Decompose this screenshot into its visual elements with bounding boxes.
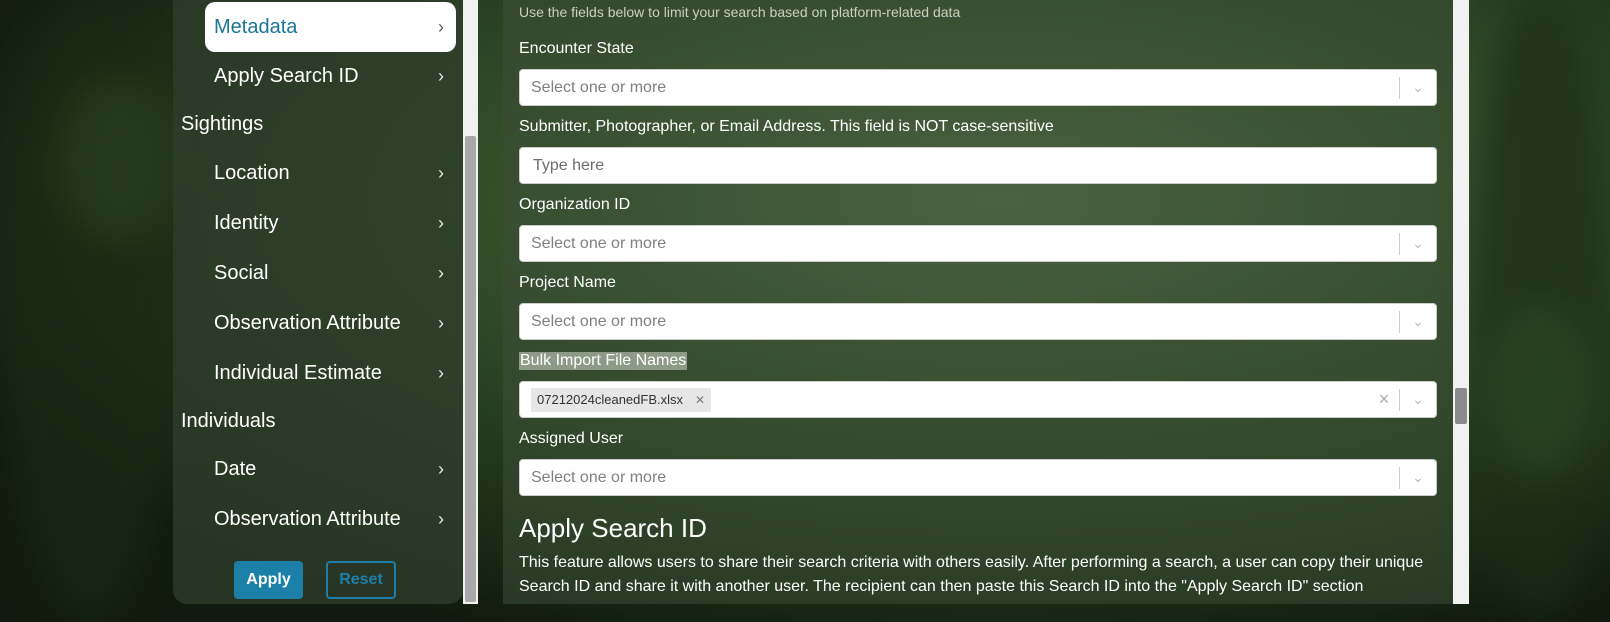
project-name-select[interactable]: Select one or more ⌄ — [519, 303, 1437, 340]
sidebar-item-label: Identity — [214, 211, 279, 234]
chevron-right-icon: › — [438, 458, 444, 479]
bulk-import-select[interactable]: 07212024cleanedFB.xlsx ✕ × ⌄ — [519, 381, 1437, 418]
apply-search-id-title: Apply Search ID — [519, 513, 707, 543]
chevron-right-icon: › — [438, 65, 444, 86]
input-placeholder: Type here — [533, 156, 605, 174]
chevron-right-icon: › — [438, 162, 444, 183]
sidebar-item-label: Individual Estimate — [214, 361, 382, 384]
encounter-state-select[interactable]: Select one or more ⌄ — [519, 69, 1437, 106]
chevron-right-icon: › — [438, 362, 444, 383]
chevron-right-icon: › — [438, 508, 444, 529]
submitter-label: Submitter, Photographer, or Email Addres… — [519, 118, 1054, 135]
project-name-label: Project Name — [519, 274, 616, 291]
bulk-import-label: Bulk Import File Names — [519, 352, 688, 370]
chevron-right-icon: › — [438, 212, 444, 233]
sidebar-item-individual-estimate[interactable]: Individual Estimate › — [205, 348, 456, 398]
selected-file-chip: 07212024cleanedFB.xlsx ✕ — [531, 387, 712, 412]
sidebar-item-location[interactable]: Location › — [205, 148, 456, 198]
background-foliage — [1480, 300, 1600, 480]
organization-id-select[interactable]: Select one or more ⌄ — [519, 225, 1437, 262]
reset-button[interactable]: Reset — [326, 561, 396, 599]
clear-icon[interactable]: × — [1369, 389, 1399, 410]
section-heading-sightings: Sightings — [181, 113, 264, 135]
remove-chip-icon[interactable]: ✕ — [689, 393, 711, 407]
organization-id-label: Organization ID — [519, 196, 631, 213]
sidebar-item-label: Apply Search ID — [214, 64, 359, 87]
sidebar-item-date[interactable]: Date › — [205, 444, 456, 494]
assigned-user-select[interactable]: Select one or more ⌄ — [519, 459, 1437, 496]
section-heading-individuals: Individuals — [181, 410, 276, 432]
select-placeholder: Select one or more — [531, 312, 667, 330]
chevron-right-icon: › — [438, 262, 444, 283]
chevron-down-icon[interactable]: ⌄ — [1400, 469, 1436, 486]
sidebar-item-label: Location — [214, 161, 290, 184]
chevron-down-icon[interactable]: ⌄ — [1400, 391, 1436, 408]
sidebar-item-label: Metadata — [214, 15, 298, 38]
sidebar-item-label: Observation Attribute — [214, 507, 401, 530]
filter-sidebar: Metadata › Apply Search ID › Sightings L… — [173, 0, 463, 604]
apply-button[interactable]: Apply — [234, 561, 303, 599]
sidebar-item-label: Date — [214, 457, 257, 480]
select-placeholder: Select one or more — [531, 78, 667, 96]
apply-search-id-description: This feature allows users to share their… — [519, 554, 1424, 595]
chevron-right-icon: › — [438, 312, 444, 333]
sidebar-item-identity[interactable]: Identity › — [205, 198, 456, 248]
sidebar-scrollbar-thumb[interactable] — [465, 136, 476, 602]
chevron-down-icon[interactable]: ⌄ — [1400, 235, 1436, 252]
filter-panel: Use the fields below to limit your searc… — [503, 0, 1453, 604]
chip-label: 07212024cleanedFB.xlsx — [537, 392, 683, 407]
assigned-user-label: Assigned User — [519, 430, 624, 447]
chevron-right-icon: › — [438, 16, 444, 37]
encounter-state-label: Encounter State — [519, 40, 634, 57]
sidebar-item-apply-search-id[interactable]: Apply Search ID › — [205, 51, 456, 101]
sidebar-item-label: Social — [214, 261, 269, 284]
sidebar-item-social[interactable]: Social › — [205, 248, 456, 298]
background-foliage — [60, 80, 180, 240]
sidebar-item-observation-attribute[interactable]: Observation Attribute › — [205, 298, 456, 348]
main-scrollbar[interactable] — [1453, 0, 1469, 604]
sidebar-item-individual-observation-attribute[interactable]: Observation Attribute › — [205, 494, 456, 544]
chevron-down-icon[interactable]: ⌄ — [1400, 79, 1436, 96]
sidebar-item-metadata[interactable]: Metadata › — [205, 2, 456, 52]
helper-text: Use the fields below to limit your searc… — [519, 4, 961, 20]
main-scrollbar-thumb[interactable] — [1455, 388, 1467, 424]
chevron-down-icon[interactable]: ⌄ — [1400, 313, 1436, 330]
sidebar-item-label: Observation Attribute — [214, 311, 401, 334]
select-placeholder: Select one or more — [531, 468, 667, 486]
submitter-input[interactable]: Type here — [519, 147, 1437, 184]
select-placeholder: Select one or more — [531, 234, 667, 252]
